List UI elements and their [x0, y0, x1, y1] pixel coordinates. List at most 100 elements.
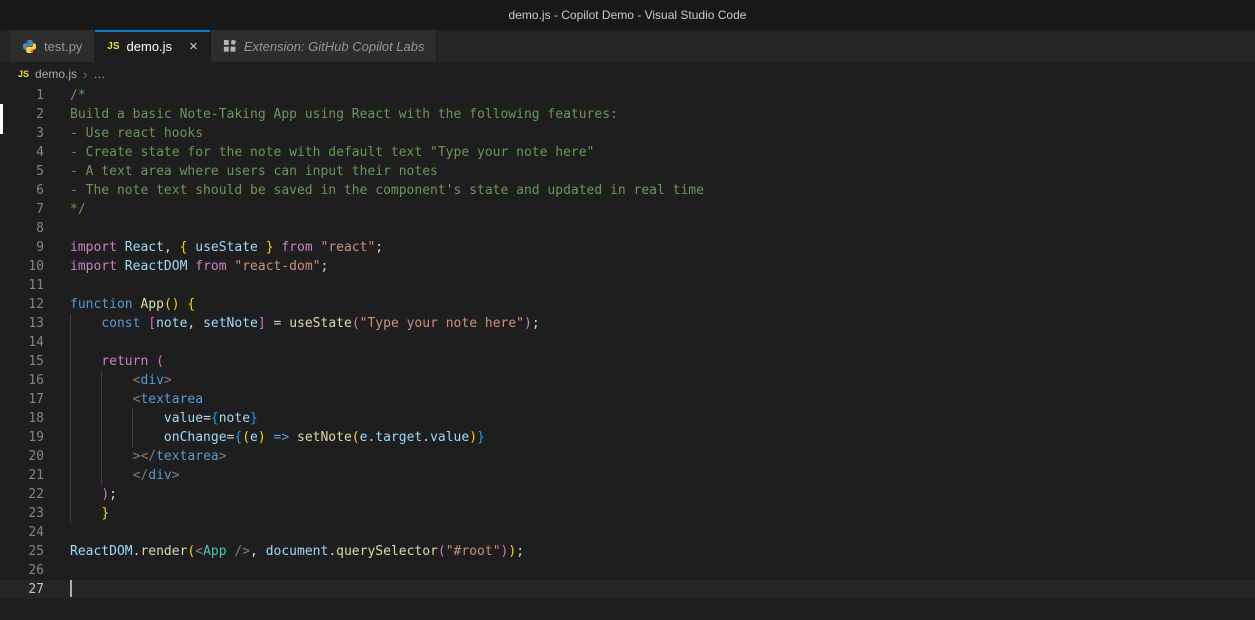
- breadcrumb-ellipsis[interactable]: …: [93, 67, 105, 81]
- breadcrumb: JS demo.js › …: [0, 62, 1255, 86]
- code-line[interactable]: 21 </div>: [0, 466, 1255, 485]
- line-number[interactable]: 21: [0, 466, 44, 485]
- code-line[interactable]: 23 }: [0, 504, 1255, 523]
- tab-demo-js[interactable]: JS demo.js ×: [95, 30, 211, 62]
- code-line[interactable]: 20 ></textarea>: [0, 447, 1255, 466]
- code-token: ReactDOM: [125, 259, 188, 274]
- code-area[interactable]: 1 /* 2Build a basic Note-Taking App using …: [0, 86, 1255, 599]
- code-line[interactable]: 12function App() {: [0, 295, 1255, 314]
- code-line[interactable]: 16 <div>: [0, 371, 1255, 390]
- code-line[interactable]: 14: [0, 333, 1255, 352]
- code-line-content: [44, 523, 70, 542]
- line-number[interactable]: 4: [0, 143, 44, 162]
- line-number[interactable]: 19: [0, 428, 44, 447]
- line-number[interactable]: 16: [0, 371, 44, 390]
- code-line[interactable]: 2Build a basic Note-Taking App using Rea…: [0, 105, 1255, 124]
- code-token: ): [508, 544, 516, 559]
- code-token: document: [266, 544, 329, 559]
- line-number[interactable]: 17: [0, 390, 44, 409]
- line-number[interactable]: 23: [0, 504, 44, 523]
- line-number[interactable]: 11: [0, 276, 44, 295]
- indent-guide: [101, 371, 102, 485]
- close-icon[interactable]: ×: [189, 39, 198, 54]
- code-line[interactable]: 17 <textarea: [0, 390, 1255, 409]
- code-token: =: [266, 316, 289, 331]
- code-line-content: <div>: [44, 371, 172, 390]
- code-token: [70, 316, 101, 331]
- code-line[interactable]: 3- Use react hooks: [0, 124, 1255, 143]
- code-token: [148, 354, 156, 369]
- code-token: /*: [70, 88, 86, 103]
- line-number[interactable]: 24: [0, 523, 44, 542]
- line-number[interactable]: 12: [0, 295, 44, 314]
- tab-test-py[interactable]: test.py: [10, 30, 95, 62]
- tab-copilot-labs[interactable]: Extension: GitHub Copilot Labs: [211, 30, 438, 62]
- line-number[interactable]: 13: [0, 314, 44, 333]
- code-line[interactable]: 11: [0, 276, 1255, 295]
- code-line[interactable]: 1 /*: [0, 86, 1255, 105]
- code-token: ;: [320, 259, 328, 274]
- line-number[interactable]: 9: [0, 238, 44, 257]
- code-line[interactable]: 24: [0, 523, 1255, 542]
- line-number[interactable]: 8: [0, 219, 44, 238]
- code-line[interactable]: 10import ReactDOM from "react-dom";: [0, 257, 1255, 276]
- line-number[interactable]: 10: [0, 257, 44, 276]
- code-token: }: [101, 506, 109, 521]
- code-token: .: [422, 430, 430, 445]
- line-number[interactable]: 27: [0, 580, 44, 599]
- line-number[interactable]: 26: [0, 561, 44, 580]
- code-line[interactable]: 7*/: [0, 200, 1255, 219]
- code-line[interactable]: 25ReactDOM.render(<App />, document.quer…: [0, 542, 1255, 561]
- code-line[interactable]: 19 onChange={(e) => setNote(e.target.val…: [0, 428, 1255, 447]
- code-line[interactable]: 26: [0, 561, 1255, 580]
- line-number[interactable]: 1: [0, 86, 44, 105]
- code-line[interactable]: 22 );: [0, 485, 1255, 504]
- breadcrumb-file[interactable]: demo.js: [35, 67, 77, 81]
- code-token: ): [258, 430, 266, 445]
- line-number[interactable]: 2: [0, 105, 44, 124]
- code-token: value: [430, 430, 469, 445]
- code-line[interactable]: 9import React, { useState } from "react"…: [0, 238, 1255, 257]
- line-number[interactable]: 20: [0, 447, 44, 466]
- code-token: [258, 240, 266, 255]
- code-token: (: [438, 544, 446, 559]
- line-number[interactable]: 7: [0, 200, 44, 219]
- line-number[interactable]: 14: [0, 333, 44, 352]
- code-token: from: [195, 259, 226, 274]
- code-line[interactable]: 4- Create state for the note with defaul…: [0, 143, 1255, 162]
- editor[interactable]: 1 /* 2Build a basic Note-Taking App using …: [0, 86, 1255, 620]
- code-token: div: [140, 373, 163, 388]
- code-token: ): [469, 430, 477, 445]
- code-token: {: [211, 411, 219, 426]
- code-line[interactable]: 6- The note text should be saved in the …: [0, 181, 1255, 200]
- code-token: const: [101, 316, 140, 331]
- code-line-content: - Create state for the note with default…: [44, 143, 594, 162]
- code-line[interactable]: 8: [0, 219, 1255, 238]
- line-number[interactable]: 18: [0, 409, 44, 428]
- line-number[interactable]: 25: [0, 542, 44, 561]
- code-token: onChange: [164, 430, 227, 445]
- code-token: ;: [109, 487, 117, 502]
- code-line[interactable]: 27: [0, 580, 1255, 599]
- line-number[interactable]: 22: [0, 485, 44, 504]
- code-line[interactable]: 18 value={note}: [0, 409, 1255, 428]
- code-token: ): [172, 297, 180, 312]
- code-token: (: [352, 316, 360, 331]
- code-token: </: [133, 468, 149, 483]
- code-line[interactable]: 13 const [note, setNote] = useState("Typ…: [0, 314, 1255, 333]
- python-icon: [22, 39, 37, 54]
- code-line[interactable]: 5- A text area where users can input the…: [0, 162, 1255, 181]
- code-token: {: [187, 297, 195, 312]
- code-line[interactable]: 15 return (: [0, 352, 1255, 371]
- line-number[interactable]: 6: [0, 181, 44, 200]
- line-number[interactable]: 3: [0, 124, 44, 143]
- code-token: (: [242, 430, 250, 445]
- code-token: [266, 430, 274, 445]
- code-line-content: - The note text should be saved in the c…: [44, 181, 704, 200]
- code-token: return: [101, 354, 148, 369]
- line-number[interactable]: 15: [0, 352, 44, 371]
- line-number[interactable]: 5: [0, 162, 44, 181]
- code-line-content: import React, { useState } from "react";: [44, 238, 383, 257]
- code-token: (: [156, 354, 164, 369]
- code-token: target: [375, 430, 422, 445]
